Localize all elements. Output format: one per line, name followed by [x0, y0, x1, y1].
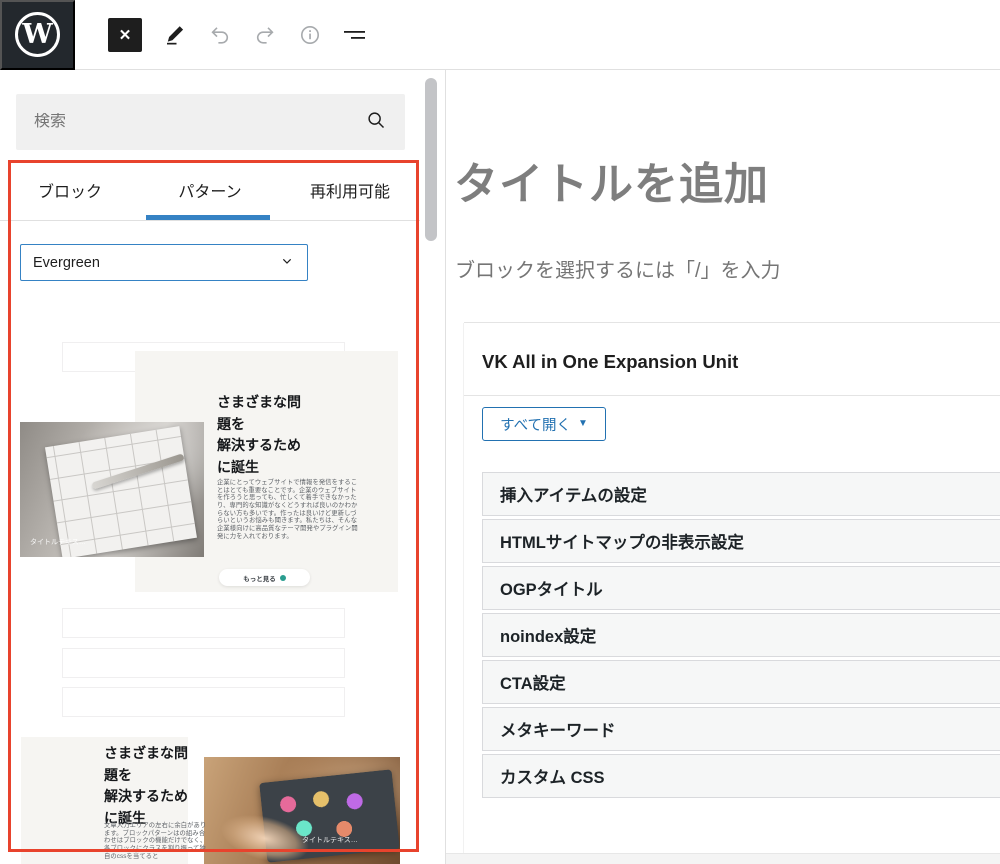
search-icon [365, 109, 387, 136]
block-appender-placeholder[interactable]: ブロックを選択するには「/」を入力 [455, 254, 781, 283]
divider [464, 322, 1000, 323]
wordpress-logo-icon: W [15, 12, 60, 57]
wordpress-logo-button[interactable]: W [0, 0, 75, 70]
pattern-image-caption: タイトルテキス… [30, 537, 86, 547]
undo-icon [208, 23, 232, 47]
redo-icon [253, 23, 277, 47]
accordion-row-insert-items[interactable]: 挿入アイテムの設定 [482, 472, 1000, 516]
pattern-body-text: 企業にとってウェブサイトで情報を発信をすることはとても重要なことです。企業のウェ… [217, 479, 360, 540]
inserter-tabs: ブロック パターン 再利用可能 [0, 160, 420, 221]
pattern-image-notebook: タイトルテキス… [20, 422, 204, 557]
accordion-row-meta-keywords[interactable]: メタキーワード [482, 707, 1000, 751]
list-view-icon [342, 23, 368, 47]
pattern-more-button: もっと見る [219, 569, 310, 586]
block-inserter-sidebar: ブロック パターン 再利用可能 Evergreen さまざまな問 題を 解決する… [0, 70, 446, 864]
editor-canvas: タイトルを追加 ブロックを選択するには「/」を入力 VK All in One … [446, 70, 1000, 864]
pencil-icon [163, 23, 187, 47]
pattern-category-select[interactable]: Evergreen [20, 244, 308, 281]
selected-category-label: Evergreen [33, 255, 279, 271]
more-button-label: もっと見る [243, 573, 276, 583]
info-button[interactable] [298, 23, 322, 47]
accordion-row-noindex[interactable]: noindex設定 [482, 613, 1000, 657]
post-title-input[interactable]: タイトルを追加 [454, 148, 769, 212]
block-inserter-toggle-button[interactable]: ✕ [108, 18, 142, 52]
edit-tool-button[interactable] [163, 23, 187, 47]
tab-patterns[interactable]: パターン [140, 160, 280, 220]
vk-accordion-list: 挿入アイテムの設定 HTMLサイトマップの非表示設定 OGPタイトル noind… [482, 472, 1000, 801]
pattern-search-box [16, 94, 405, 150]
divider [464, 395, 1000, 396]
undo-button[interactable] [208, 23, 232, 47]
expand-all-button[interactable]: すべて開く ▼ [482, 407, 606, 441]
accordion-row-cta[interactable]: CTA設定 [482, 660, 1000, 704]
tab-reusable[interactable]: 再利用可能 [280, 160, 420, 220]
canvas-bottom-edge [446, 853, 1000, 864]
top-toolbar: W ✕ [0, 0, 1000, 70]
redo-button[interactable] [253, 23, 277, 47]
caret-down-icon: ▼ [578, 419, 588, 429]
pattern-placeholder-box [62, 648, 345, 678]
list-view-button[interactable] [343, 23, 367, 47]
vk-panel-title: VK All in One Expansion Unit [482, 351, 738, 373]
accordion-row-html-sitemap[interactable]: HTMLサイトマップの非表示設定 [482, 519, 1000, 563]
search-input[interactable] [34, 113, 365, 131]
chevron-down-icon [279, 253, 295, 273]
pattern-heading: さまざまな問 題を 解決するため に誕生 [217, 392, 359, 479]
accordion-row-ogp-title[interactable]: OGPタイトル [482, 566, 1000, 610]
arrow-circle-icon [280, 575, 286, 581]
pattern-image-caption: タイトルテキス… [302, 835, 358, 845]
tab-blocks[interactable]: ブロック [0, 160, 140, 220]
pattern-image-tablet: タイトルテキス… [204, 757, 400, 864]
close-icon: ✕ [119, 26, 132, 44]
pattern-placeholder-box [62, 687, 345, 717]
editor-window: W ✕ [0, 0, 1000, 864]
pattern-heading: さまざまな問 題を 解決するため に誕生 [104, 743, 214, 830]
sidebar-scrollbar-thumb[interactable] [425, 78, 437, 241]
pattern-body-text: 文章入力エリアの左右に余白があります。ブロックパターンはの組み合わせはブロックの… [104, 822, 210, 860]
pattern-placeholder-box [62, 608, 345, 638]
expand-all-label: すべて開く [500, 414, 571, 435]
accordion-row-custom-css[interactable]: カスタム CSS [482, 754, 1000, 798]
info-icon [298, 23, 322, 47]
content-edge-line [463, 323, 464, 853]
